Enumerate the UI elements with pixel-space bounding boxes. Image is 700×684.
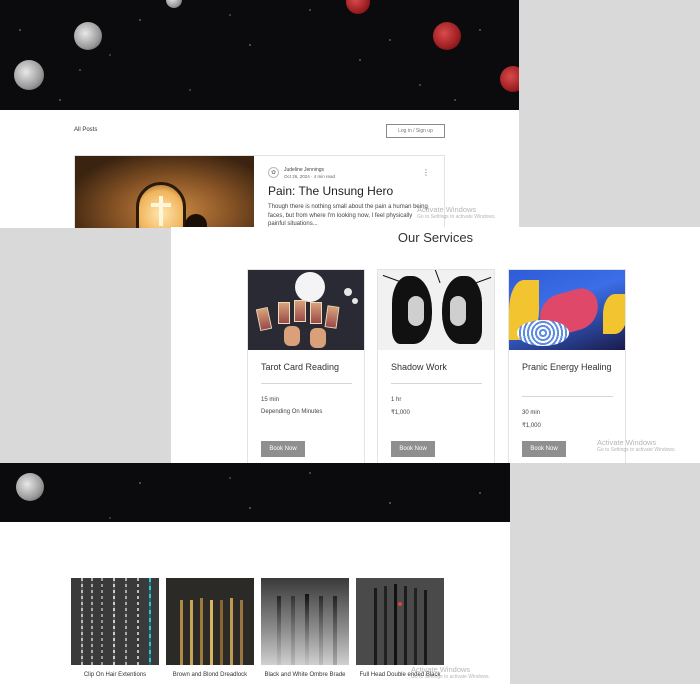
product-image[interactable] (356, 578, 444, 665)
product-image[interactable] (166, 578, 254, 665)
author-name[interactable]: Judeline Jennings (284, 167, 324, 173)
author-avatar-icon[interactable]: ✿ (268, 167, 279, 178)
more-vertical-icon[interactable]: ⋮ (422, 168, 430, 178)
services-panel: Our Services Tarot Card Reading 15 min D… (171, 227, 700, 463)
moon-red-image (433, 22, 461, 50)
post-excerpt: Though there is nothing small about the … (268, 204, 428, 227)
post-date: Oct 26, 2024 (284, 174, 310, 179)
moon-red-image (500, 66, 519, 92)
service-duration: 15 min (261, 397, 280, 403)
service-price: Depending On Minutes (261, 409, 323, 415)
product-image[interactable] (261, 578, 349, 665)
product-image[interactable] (71, 578, 159, 665)
post-card[interactable]: ✿ Judeline Jennings Oct 26, 2024 · 4 min… (74, 155, 445, 228)
product-name[interactable]: Brown and Blond Dreadlock (156, 672, 264, 678)
service-name[interactable]: Shadow Work (391, 361, 487, 374)
service-card-tarot[interactable]: Tarot Card Reading 15 min Depending On M… (247, 269, 365, 463)
post-meta: Oct 26, 2024 · 4 min read (284, 174, 336, 179)
book-now-button[interactable]: Book Now (522, 441, 566, 457)
service-name[interactable]: Tarot Card Reading (261, 361, 357, 374)
space-banner-top (0, 0, 519, 110)
space-banner-middle (0, 463, 510, 522)
service-divider (391, 383, 482, 384)
blog-nav: All Posts Log in / Sign up (74, 124, 445, 140)
moon-grey-image (74, 22, 102, 50)
product-name[interactable]: Full Head Double ended Black (346, 672, 454, 678)
login-signup-button[interactable]: Log in / Sign up (386, 124, 445, 138)
post-body: ✿ Judeline Jennings Oct 26, 2024 · 4 min… (268, 156, 438, 228)
services-title: Our Services (397, 230, 474, 245)
blog-panel: All Posts Log in / Sign up ✿ Judeline Je… (0, 0, 519, 228)
book-now-button[interactable]: Book Now (391, 441, 435, 457)
service-image-shadow-work[interactable] (378, 270, 494, 350)
book-now-button[interactable]: Book Now (261, 441, 305, 457)
product-name[interactable]: Black and White Ombre Brade (251, 672, 359, 678)
service-price: ₹1,000 (522, 423, 541, 429)
service-card-shadow-work[interactable]: Shadow Work 1 hr ₹1,000 Book Now (377, 269, 495, 463)
service-duration: 30 min (522, 410, 541, 416)
service-name[interactable]: Pranic Energy Healing (522, 361, 618, 374)
service-duration: 1 hr (391, 397, 402, 403)
service-card-pranic-healing[interactable]: Pranic Energy Healing 30 min ₹1,000 Book… (508, 269, 626, 463)
moon-grey-image (16, 473, 44, 501)
post-title[interactable]: Pain: The Unsung Hero (268, 184, 393, 198)
service-price: ₹1,000 (391, 410, 410, 416)
products-panel: Clip On Hair Extentions Brown and Blond … (0, 463, 510, 684)
all-posts-link[interactable]: All Posts (74, 127, 97, 133)
service-divider (522, 396, 613, 397)
post-thumbnail-image[interactable] (75, 156, 254, 228)
moon-grey-image (14, 60, 44, 90)
service-image-pranic-healing[interactable] (509, 270, 625, 350)
product-name[interactable]: Clip On Hair Extentions (61, 672, 169, 678)
post-read-time: 4 min read (313, 174, 336, 179)
service-image-tarot[interactable] (248, 270, 364, 350)
service-divider (261, 383, 352, 384)
